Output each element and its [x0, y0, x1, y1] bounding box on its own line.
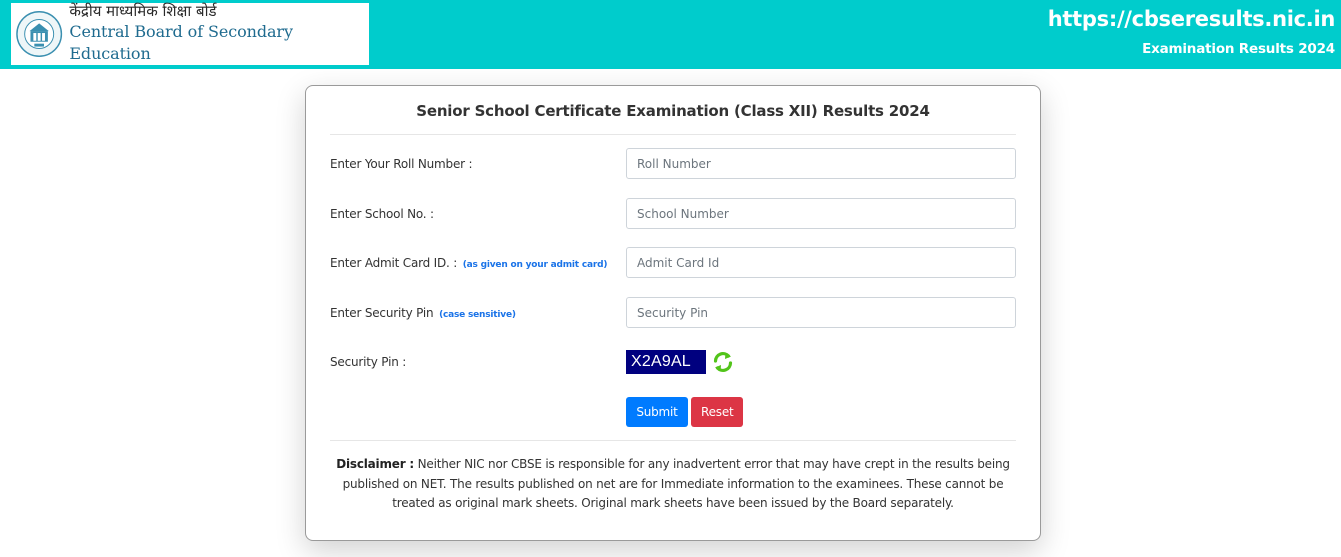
submit-button[interactable]: Submit: [626, 397, 688, 427]
results-form-card: Senior School Certificate Examination (C…: [305, 85, 1041, 541]
security-pin-hint: (case sensitive): [439, 309, 516, 320]
school-number-input[interactable]: [626, 198, 1016, 229]
cbse-logo[interactable]: केंद्रीय माध्यमिक शिक्षा बोर्ड Central B…: [11, 2, 369, 65]
security-pin-input[interactable]: [626, 297, 1016, 328]
divider: [330, 134, 1016, 135]
admit-card-label: Enter Admit Card ID. : (as given on your…: [330, 255, 608, 270]
reset-button[interactable]: Reset: [691, 397, 743, 427]
logo-english-text: Central Board of Secondary Education: [69, 22, 293, 63]
form-title: Senior School Certificate Examination (C…: [416, 102, 930, 120]
security-pin-row: Enter Security Pin (case sensitive): [330, 297, 1016, 328]
captcha-label: Security Pin :: [330, 354, 407, 369]
divider: [330, 440, 1016, 441]
roll-number-input[interactable]: [626, 148, 1016, 179]
admit-card-row: Enter Admit Card ID. : (as given on your…: [330, 247, 1016, 278]
disclaimer-text: Neither NIC nor CBSE is responsible for …: [342, 457, 1010, 510]
security-pin-label: Enter Security Pin (case sensitive): [330, 305, 516, 320]
refresh-icon[interactable]: [711, 350, 735, 374]
site-url: https://cbseresults.nic.in: [1047, 7, 1336, 31]
form-actions: Submit Reset: [626, 397, 743, 427]
captcha-image: X2A9AL: [626, 349, 706, 374]
school-number-label: Enter School No. :: [330, 206, 434, 221]
admit-card-input[interactable]: [626, 247, 1016, 278]
captcha-row: Security Pin : X2A9AL: [330, 346, 1016, 377]
roll-number-label: Enter Your Roll Number :: [330, 156, 473, 171]
school-number-row: Enter School No. :: [330, 198, 1016, 229]
roll-number-row: Enter Your Roll Number :: [330, 148, 1016, 179]
cbse-emblem-icon: [16, 11, 63, 57]
disclaimer-heading: Disclaimer :: [336, 457, 414, 471]
site-subtitle: Examination Results 2024: [1142, 41, 1335, 57]
logo-hindi-text: केंद्रीय माध्यमिक शिक्षा बोर्ड: [69, 2, 217, 20]
site-header: केंद्रीय माध्यमिक शिक्षा बोर्ड Central B…: [0, 0, 1341, 69]
admit-card-hint: (as given on your admit card): [462, 259, 608, 270]
disclaimer: Disclaimer : Neither NIC nor CBSE is res…: [336, 455, 1010, 514]
